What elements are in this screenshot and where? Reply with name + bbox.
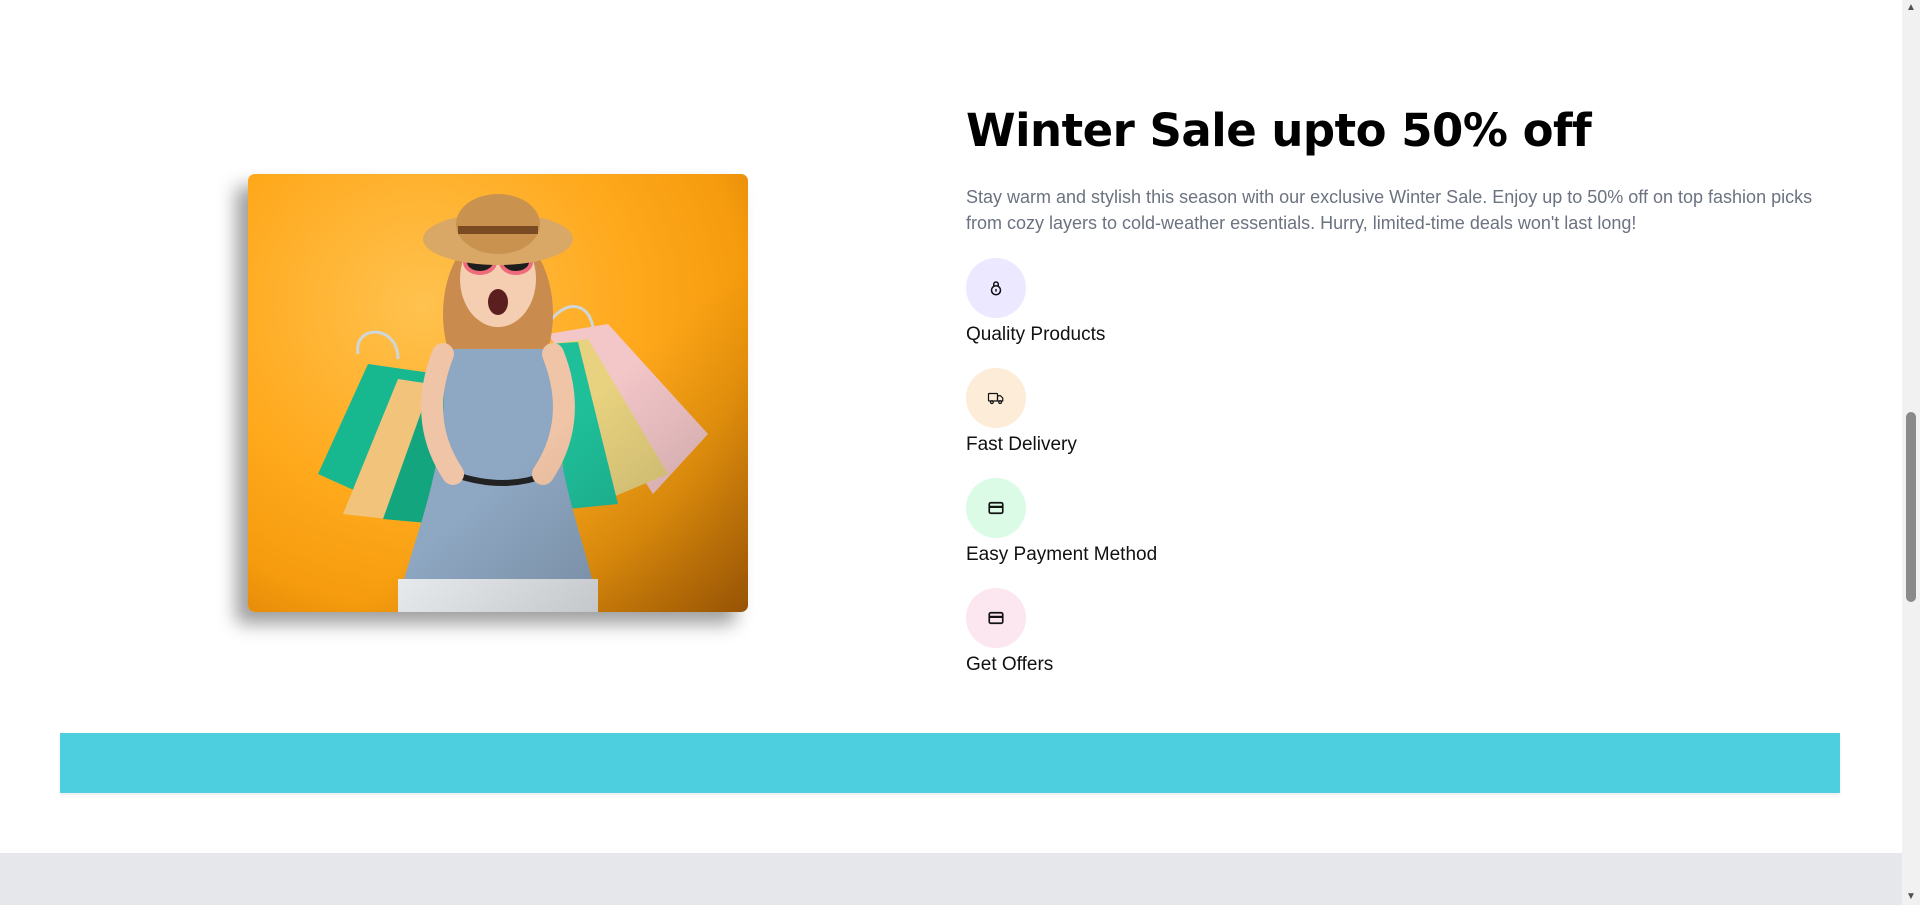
feature-get-offers: Get Offers — [966, 588, 1846, 698]
promo-content: Winter Sale upto 50% off Stay warm and s… — [966, 100, 1846, 698]
feature-icon-circle — [966, 258, 1026, 318]
feature-list: Quality Products Fast Delivery Easy Paym… — [966, 258, 1846, 698]
cyan-banner — [60, 733, 1840, 793]
feature-label: Get Offers — [966, 654, 1054, 675]
promo-title: Winter Sale upto 50% off — [966, 104, 1592, 157]
feature-icon-circle — [966, 368, 1026, 428]
scroll-up-icon[interactable]: ▲ — [1902, 0, 1920, 16]
feature-quality-products: Quality Products — [966, 258, 1846, 368]
scrollbar-thumb[interactable] — [1906, 412, 1916, 602]
truck-icon — [987, 392, 1004, 405]
credit-card-icon — [988, 501, 1004, 515]
credit-card-icon — [988, 611, 1004, 625]
scroll-down-icon[interactable]: ▼ — [1902, 889, 1920, 905]
feature-label: Fast Delivery — [966, 434, 1077, 455]
feature-label: Easy Payment Method — [966, 544, 1158, 565]
footer-strip — [0, 853, 1902, 905]
lock-icon — [990, 281, 1002, 296]
feature-fast-delivery: Fast Delivery — [966, 368, 1846, 478]
promo-image — [248, 174, 748, 612]
feature-icon-circle — [966, 478, 1026, 538]
feature-icon-circle — [966, 588, 1026, 648]
promo-description: Stay warm and stylish this season with o… — [966, 187, 1813, 233]
feature-label: Quality Products — [966, 324, 1106, 345]
page: Winter Sale upto 50% off Stay warm and s… — [0, 0, 1920, 905]
feature-easy-payment: Easy Payment Method — [966, 478, 1846, 588]
vertical-scrollbar[interactable]: ▲ ▼ — [1902, 0, 1920, 905]
